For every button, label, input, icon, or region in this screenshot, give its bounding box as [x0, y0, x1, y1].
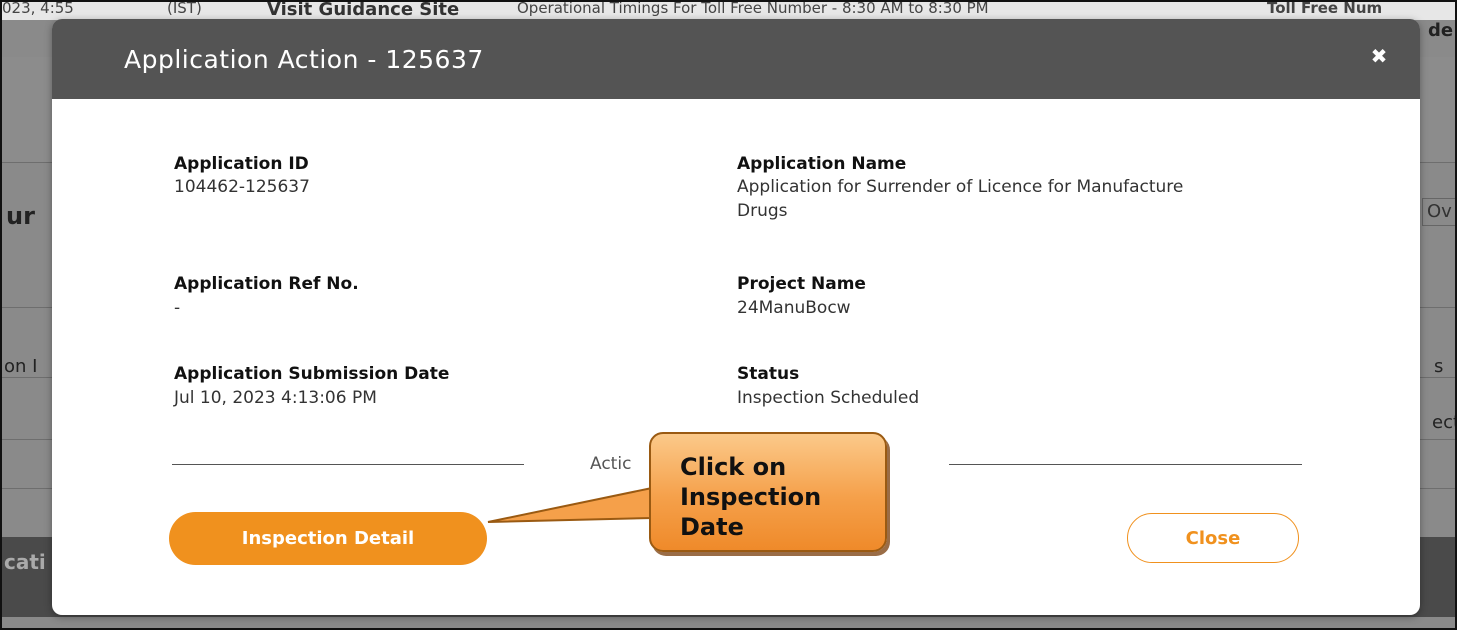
screenshot-frame: 023, 4:55 (IST) Visit Guidance Site Oper… [0, 0, 1457, 630]
callout-arrow-shape [487, 486, 653, 523]
callout-text: Click on Inspection Date [680, 453, 822, 541]
